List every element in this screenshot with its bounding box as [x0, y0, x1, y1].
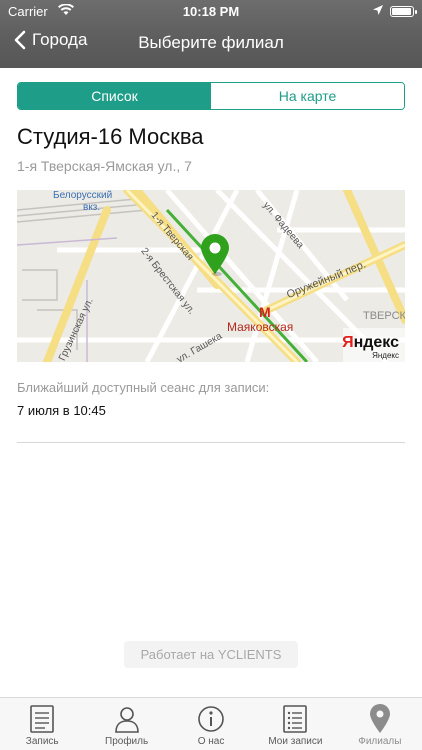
map-label-station-suffix: вкз.	[83, 202, 101, 213]
tab-bar: Запись Профиль О нас Мои записи Филиалы	[0, 697, 422, 750]
divider	[17, 442, 405, 443]
status-bar: Carrier 10:18 PM	[0, 0, 422, 22]
tab-label: Филиалы	[358, 736, 402, 747]
yandex-logo: Яндекс	[342, 334, 399, 352]
tab-label: Мои записи	[268, 736, 323, 747]
map-label-district: ТВЕРСК	[363, 310, 405, 322]
location-pin-icon	[366, 704, 394, 734]
status-time: 10:18 PM	[182, 4, 240, 19]
nearest-session-label: Ближайший доступный сеанс для записи:	[17, 380, 270, 395]
powered-by-badge: Работает на YCLIENTS	[124, 641, 298, 668]
location-arrow-icon	[372, 4, 384, 19]
tab-label: О нас	[197, 736, 225, 747]
yandex-logo-rest: ндекс	[353, 334, 399, 351]
tab-branches[interactable]: Филиалы	[338, 698, 422, 750]
branch-name[interactable]: Студия-16 Москва	[17, 124, 204, 150]
branch-map[interactable]: M Белорусский вкз. 1-я Тверская ул. Фаде…	[17, 190, 405, 362]
map-label-station: Белорусский	[53, 190, 113, 201]
branch-address: 1-я Тверская-Ямская ул., 7	[17, 158, 192, 174]
svg-text:M: M	[259, 304, 271, 320]
document-icon	[28, 704, 56, 734]
segment-list[interactable]: Список	[18, 83, 211, 109]
tab-profile[interactable]: Профиль	[84, 698, 168, 750]
tab-about[interactable]: О нас	[169, 698, 253, 750]
tab-label: Запись	[25, 736, 59, 747]
nav-bar: Города Выберите филиал	[0, 22, 422, 66]
nearest-session-value: 7 июля в 10:45	[17, 403, 106, 418]
info-icon	[197, 704, 225, 734]
header: Carrier 10:18 PM Города Выберите филиал	[0, 0, 422, 68]
page-title: Выберите филиал	[138, 33, 284, 52]
segment-map[interactable]: На карте	[211, 83, 404, 109]
map-label-metro: Маяковская	[227, 320, 294, 334]
tab-booking[interactable]: Запись	[0, 698, 84, 750]
yandex-logo-small: Яндекс	[372, 351, 399, 360]
battery-icon	[390, 6, 417, 17]
tab-my-bookings[interactable]: Мои записи	[253, 698, 337, 750]
view-segmented-control: Список На карте	[17, 82, 405, 110]
yandex-logo-initial: Я	[342, 334, 354, 351]
list-icon	[281, 704, 309, 734]
tab-label: Профиль	[105, 736, 149, 747]
person-icon	[113, 704, 141, 734]
